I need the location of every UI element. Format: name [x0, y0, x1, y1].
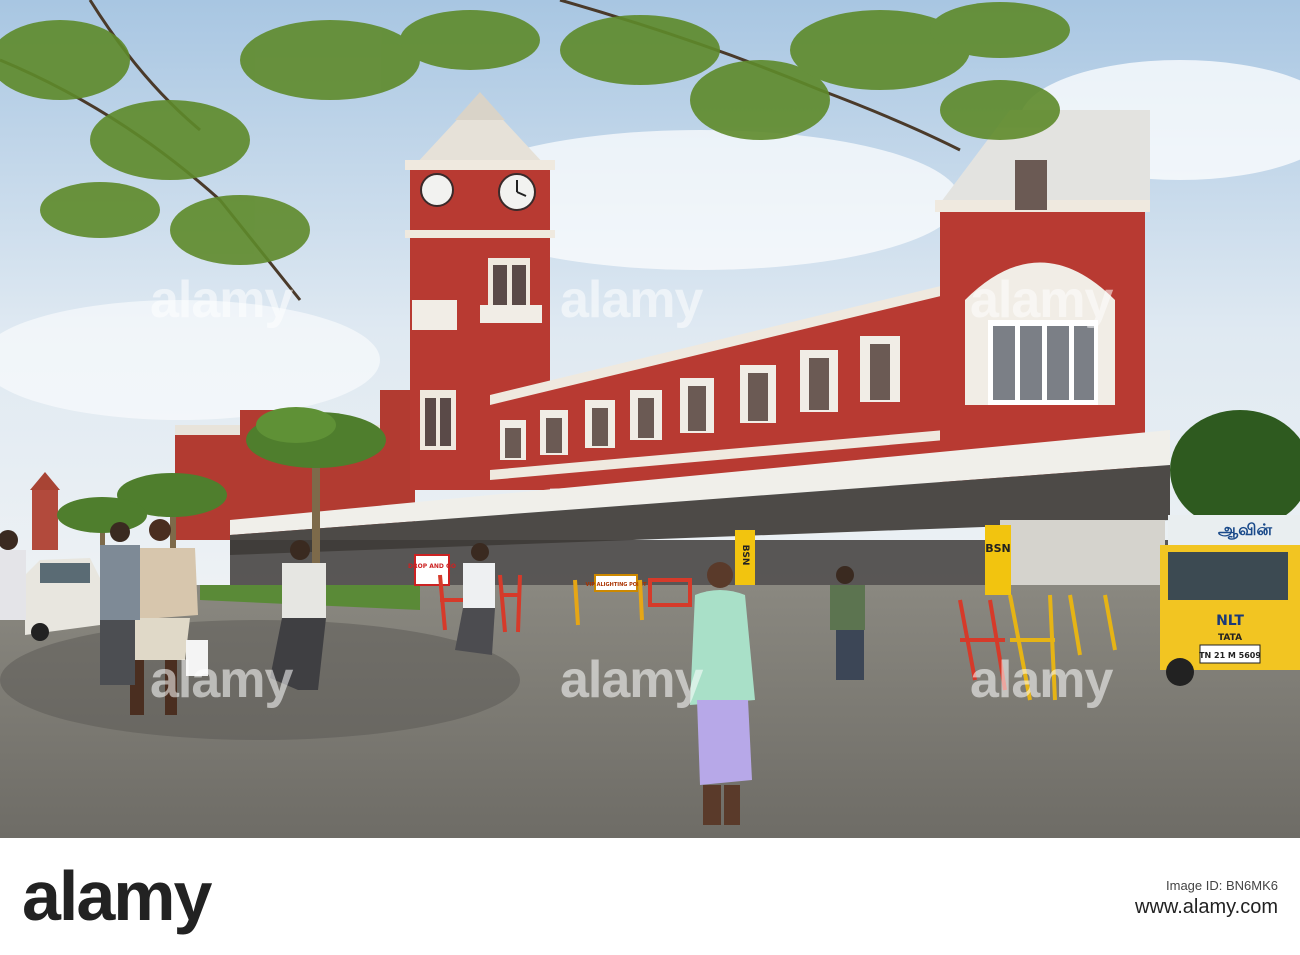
drop-and-go-sign: DROP AND GO	[408, 554, 456, 586]
bsnl-pillar-left: BSN	[735, 530, 755, 585]
photo-stage: DROP AND GO VIP ALIGHTING POINT BSN BSN	[0, 0, 1300, 955]
alighting-sign: VIP ALIGHTING POINT	[585, 574, 647, 592]
footer-bar: alamy Image ID: BN6MK6 www.alamy.com	[0, 838, 1300, 955]
truck-make-text: TATA	[1218, 633, 1242, 643]
truck-tamil-text: ஆவின்	[1218, 520, 1272, 540]
image-id-block: Image ID: BN6MK6 www.alamy.com	[1135, 878, 1278, 919]
man-backpack	[100, 522, 140, 685]
drop-and-go-text: DROP AND GO	[408, 563, 456, 570]
alighting-text: VIP ALIGHTING POINT	[585, 582, 647, 588]
image-id-label: Image ID: BN6MK6	[1166, 878, 1278, 893]
tree-shadow	[0, 620, 520, 740]
truck-brand-text: NLT	[1216, 613, 1244, 629]
alamy-logo: alamy	[22, 857, 212, 935]
clock-face-left	[420, 173, 454, 207]
station-photo: DROP AND GO VIP ALIGHTING POINT BSN BSN	[0, 0, 1300, 838]
bsnl-left-text: BSN	[740, 545, 750, 566]
site-url: www.alamy.com	[1135, 896, 1278, 918]
photo-scene: DROP AND GO VIP ALIGHTING POINT BSN BSN	[0, 0, 1300, 838]
bsnl-right-text: BSN	[985, 542, 1011, 555]
truck-plate: TN 21 M 5609	[1199, 651, 1261, 660]
truck: ஆவின் NLT TATA TN 21 M 5609	[1160, 515, 1300, 686]
bsnl-pillar-right: BSN	[985, 525, 1011, 595]
